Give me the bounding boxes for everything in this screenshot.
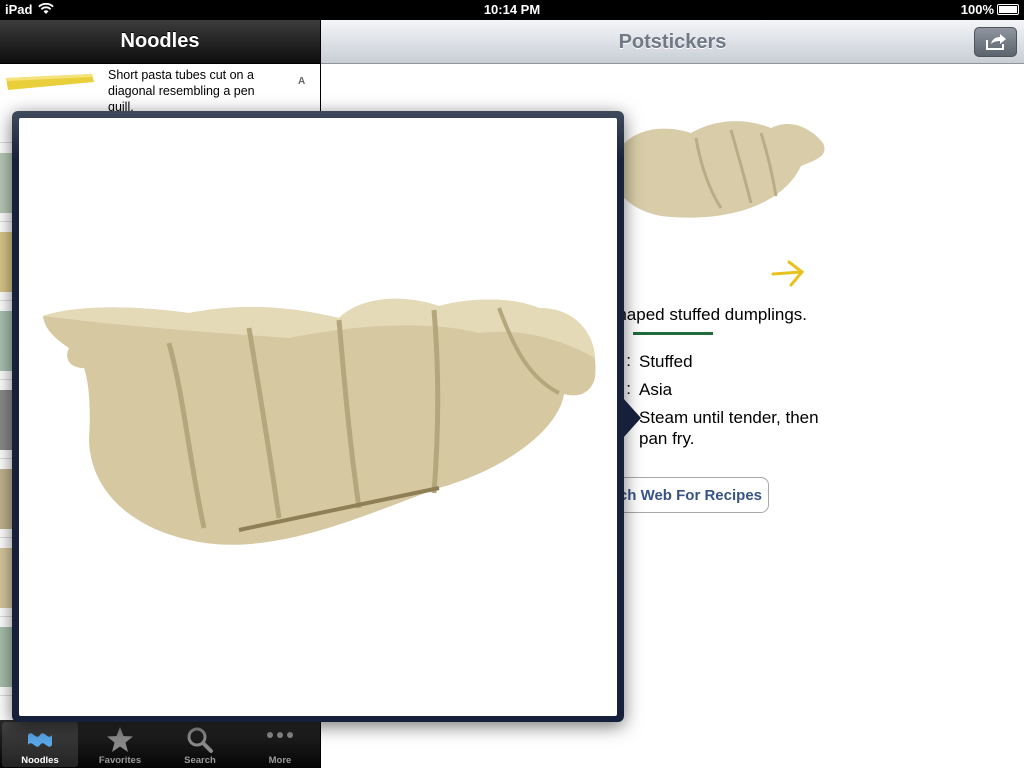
tab-favorites[interactable]: Favorites xyxy=(82,722,158,767)
tab-label: Favorites xyxy=(98,755,142,766)
penne-thumbnail xyxy=(6,74,94,90)
tab-label: Search xyxy=(184,755,216,766)
battery-percentage: 100% xyxy=(960,2,994,17)
ipad-screen: iPad 10:14 PM 100% Noodles Short pasta t… xyxy=(0,0,1024,768)
tab-noodles[interactable]: Noodles xyxy=(2,722,78,767)
share-icon xyxy=(986,34,1006,50)
list-thumbnail xyxy=(0,153,12,213)
status-bar: iPad 10:14 PM 100% xyxy=(0,0,1024,20)
detail-navigation-bar: Potstickers xyxy=(321,20,1024,64)
tab-label: Noodles xyxy=(21,755,59,766)
tab-more[interactable]: More xyxy=(242,722,318,767)
popover-arrow xyxy=(623,398,641,438)
status-clock: 10:14 PM xyxy=(483,2,541,17)
master-title: Noodles xyxy=(120,30,200,52)
image-popover xyxy=(12,111,624,722)
list-thumbnail xyxy=(0,232,12,292)
arrow-icon xyxy=(771,260,805,287)
magnifier-icon xyxy=(187,727,213,753)
search-web-button-label: ch Web For Recipes xyxy=(618,487,762,504)
tab-bar: Noodles Favorites Search More xyxy=(0,720,320,768)
battery-icon xyxy=(997,4,1019,15)
list-thumbnail xyxy=(0,548,12,608)
list-item-description: Short pasta tubes cut on a diagonal rese… xyxy=(108,68,255,114)
share-button[interactable] xyxy=(974,27,1017,57)
property-value: Asia xyxy=(639,380,673,399)
section-divider xyxy=(633,332,713,335)
list-thumbnail xyxy=(0,390,12,450)
detail-title: Potstickers xyxy=(618,31,727,53)
star-icon xyxy=(107,727,133,752)
list-thumbnail xyxy=(0,311,12,371)
noodle-icon xyxy=(28,733,52,747)
property-value: Steam until tender, then pan fry. xyxy=(639,408,819,448)
list-thumbnail xyxy=(0,469,12,529)
section-index-letter[interactable]: A xyxy=(298,76,305,87)
tab-search[interactable]: Search xyxy=(162,722,238,767)
list-thumbnail xyxy=(0,627,12,687)
potsticker-enlarged-photo[interactable] xyxy=(39,298,599,558)
master-navigation-bar: Noodles xyxy=(0,20,320,64)
more-dots-icon xyxy=(267,732,293,738)
popover-content xyxy=(19,118,617,716)
property-value: Stuffed xyxy=(639,352,693,371)
tab-label: More xyxy=(268,755,292,766)
potsticker-photo[interactable] xyxy=(601,98,831,238)
